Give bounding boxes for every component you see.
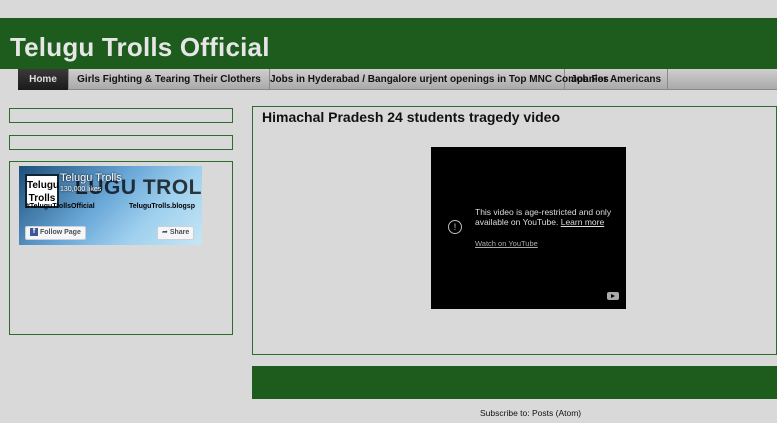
facebook-page-card[interactable]: LUGU TROLLS Telugu Trolls Telugu Trolls …: [19, 166, 202, 245]
facebook-page-title[interactable]: Telugu Trolls: [60, 172, 122, 184]
sidebar-widget-2: [9, 135, 233, 150]
facebook-handle: #TeluguTrollsOfficial: [26, 203, 95, 210]
footer-bar: [252, 366, 777, 399]
watch-on-youtube-link[interactable]: Watch on YouTube: [475, 239, 538, 248]
learn-more-link[interactable]: Learn more: [561, 217, 604, 227]
nav-item-girls-fighting[interactable]: Girls Fighting & Tearing Their Clothers: [69, 69, 270, 90]
nav-item-home[interactable]: Home: [18, 69, 69, 90]
subscribe-line: Subscribe to: Posts (Atom): [480, 408, 581, 418]
post-title[interactable]: Himachal Pradesh 24 students tragedy vid…: [262, 109, 560, 125]
follow-page-button[interactable]: f Follow Page: [25, 226, 86, 240]
nav-item-job-americans[interactable]: Job For Americans: [565, 69, 668, 90]
facebook-icon: f: [30, 228, 38, 237]
share-arrow-icon: ➦: [162, 229, 170, 236]
youtube-embed[interactable]: ! This video is age-restricted and only …: [431, 147, 626, 309]
sidebar-widget-1: [9, 108, 233, 123]
share-button[interactable]: ➦ Share: [157, 226, 195, 240]
follow-page-label: Follow Page: [40, 229, 81, 236]
site-title[interactable]: Telugu Trolls Official: [10, 32, 270, 63]
age-restriction-message: This video is age-restricted and only av…: [475, 207, 615, 227]
blog-url: TeluguTrolls.blogsp: [129, 203, 195, 210]
facebook-likes: 130,000 likes: [60, 186, 102, 193]
share-label: Share: [169, 229, 190, 236]
youtube-icon[interactable]: [607, 292, 619, 300]
nav-bar: Home Girls Fighting & Tearing Their Clot…: [18, 69, 777, 90]
subscribe-prefix: Subscribe to:: [480, 408, 530, 418]
subscribe-posts-atom-link[interactable]: Posts (Atom): [532, 408, 581, 418]
nav-item-jobs-hyderabad[interactable]: Jobs in Hyderabad / Bangalore urjent ope…: [270, 69, 609, 90]
site-header: Telugu Trolls Official: [0, 18, 777, 69]
warning-icon: !: [448, 220, 462, 234]
